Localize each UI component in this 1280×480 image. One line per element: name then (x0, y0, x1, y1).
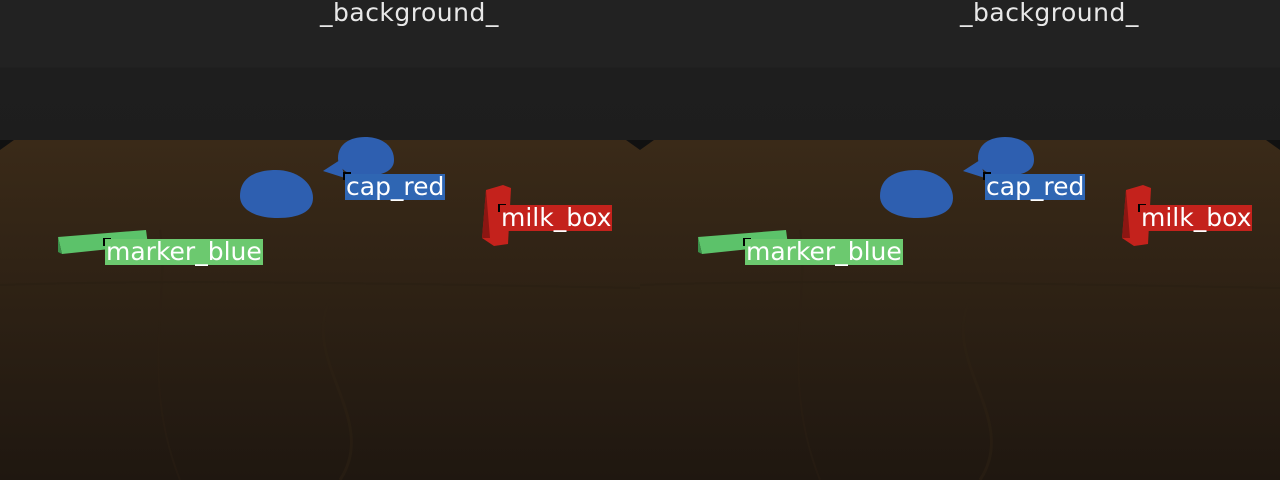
background-label-bar: _background_ (0, 0, 640, 30)
background-label-bar: _background_ (640, 0, 1280, 30)
label-marker-blue: marker_blue (745, 237, 903, 266)
right-view: _background_ cap_red milk_box marker_blu… (640, 0, 1280, 480)
table-surface (0, 137, 640, 480)
label-cap-red: cap_red (345, 172, 446, 201)
label-milk-box: milk_box (1140, 203, 1253, 232)
label-marker-blue: marker_blue (105, 237, 263, 266)
label-cap-red: cap_red (985, 172, 1086, 201)
background-label: _background_ (320, 0, 499, 27)
label-milk-box: milk_box (500, 203, 613, 232)
left-view: _background_ cap_red milk_box marker_blu… (0, 0, 640, 480)
table-surface (640, 137, 1280, 480)
background-label: _background_ (960, 0, 1139, 27)
